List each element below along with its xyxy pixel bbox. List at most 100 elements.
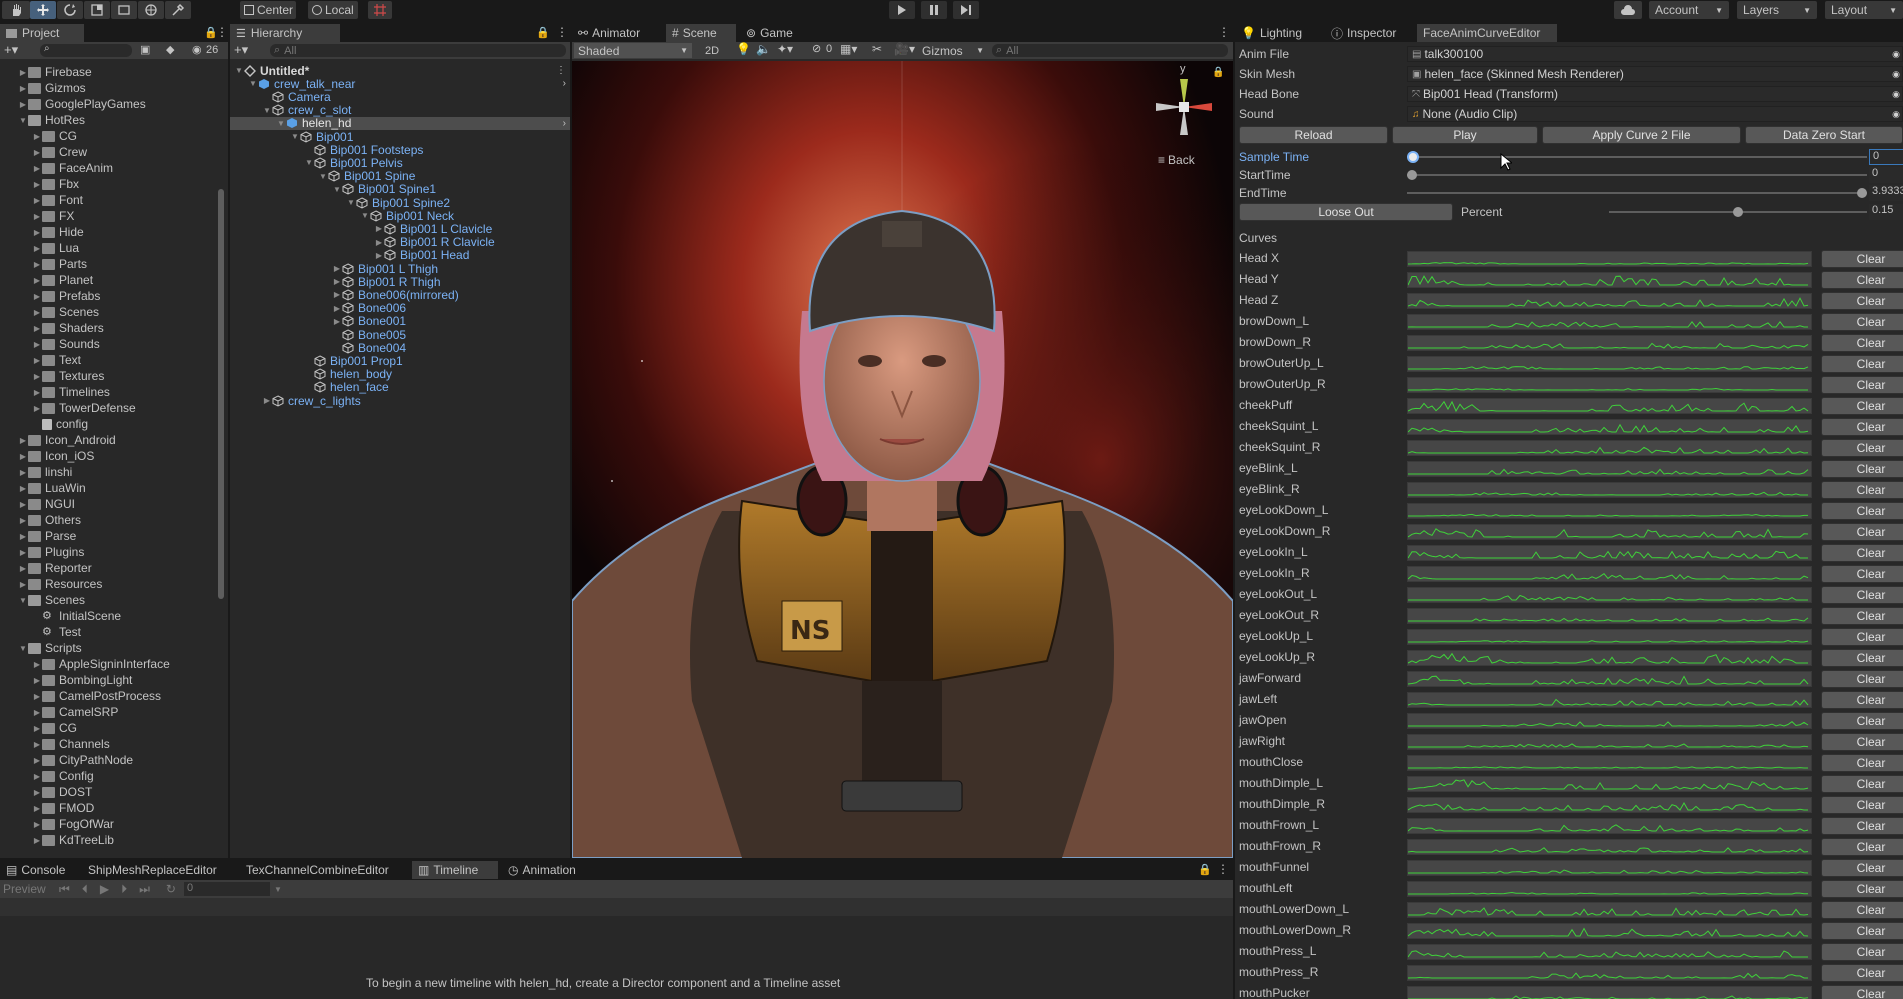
clear-curve-button[interactable]: Clear [1821, 775, 1903, 793]
curve-preview[interactable] [1407, 860, 1812, 876]
fold-closed-icon[interactable]: ▶ [32, 768, 42, 784]
create-button[interactable]: +▾ [4, 42, 18, 58]
open-prefab-icon[interactable]: › [563, 118, 566, 129]
project-item[interactable]: ▶ LuaWin [18, 480, 86, 496]
fold-closed-icon[interactable]: ▶ [32, 224, 42, 240]
fold-closed-icon[interactable]: ▶ [32, 784, 42, 800]
fold-closed-icon[interactable]: ▶ [18, 496, 28, 512]
hierarchy-item[interactable]: ▶ Bip001 L Clavicle [230, 222, 570, 236]
hierarchy-item[interactable]: ▶ Bip001 L Thigh [230, 262, 570, 276]
filter-label-icon[interactable]: ◆ [166, 43, 174, 56]
object-picker-icon[interactable]: ◉ [1892, 109, 1900, 120]
hierarchy-item[interactable]: ▶ Bip001 Head [230, 248, 570, 262]
fold-closed-icon[interactable]: ▶ [32, 688, 42, 704]
curve-preview[interactable] [1407, 251, 1812, 267]
search-input[interactable]: ⌕ [40, 43, 132, 57]
project-item[interactable]: ▶ Fbx [32, 176, 79, 192]
project-item[interactable]: ▶ GooglePlayGames [18, 96, 146, 112]
clear-curve-button[interactable]: Clear [1821, 712, 1903, 730]
curve-preview[interactable] [1407, 734, 1812, 750]
step-button[interactable] [953, 1, 979, 19]
object-field[interactable]: ▤ talk300100 ◉ [1407, 46, 1903, 62]
hierarchy-item[interactable]: ▼ Bip001 [230, 130, 570, 144]
hidden-eye-icon[interactable]: ◉ [192, 43, 202, 56]
fold-closed-icon[interactable]: ▶ [32, 160, 42, 176]
fold-closed-icon[interactable]: ▶ [32, 704, 42, 720]
fold-closed-icon[interactable]: ▶ [18, 544, 28, 560]
curve-preview[interactable] [1407, 314, 1812, 330]
pivot-space-toggle[interactable]: Local [308, 1, 358, 19]
project-item[interactable]: config [32, 416, 88, 432]
fold-closed-icon[interactable]: ▶ [262, 394, 272, 407]
fold-open-icon[interactable]: ▼ [304, 156, 314, 169]
fold-closed-icon[interactable]: ▶ [332, 262, 342, 275]
lock-icon[interactable]: 🔒 [536, 26, 550, 39]
hierarchy-item[interactable]: Bip001 Prop1 [230, 354, 570, 368]
project-scrollbar[interactable] [216, 64, 226, 858]
clear-curve-button[interactable]: Clear [1821, 628, 1903, 646]
hierarchy-item[interactable]: Bone004 [230, 341, 570, 355]
tools-toggle-icon[interactable]: ✂ [872, 42, 882, 56]
fold-open-icon[interactable]: ▼ [332, 183, 342, 196]
percent-input[interactable]: 0.15 [1869, 204, 1903, 220]
tab-lighting[interactable]: 💡 Lighting [1235, 24, 1321, 42]
hierarchy-item[interactable]: ▶ Bone006 [230, 301, 570, 315]
curve-preview[interactable] [1407, 797, 1812, 813]
clear-curve-button[interactable]: Clear [1821, 334, 1903, 352]
clear-curve-button[interactable]: Clear [1821, 691, 1903, 709]
curve-preview[interactable] [1407, 377, 1812, 393]
fold-closed-icon[interactable]: ▶ [32, 192, 42, 208]
clear-curve-button[interactable]: Clear [1821, 502, 1903, 520]
reload-button[interactable]: Reload [1239, 126, 1388, 144]
tab-face-anim-curve-editor[interactable]: FaceAnimCurveEditor [1417, 24, 1557, 42]
project-item[interactable]: ▶ Resources [18, 576, 102, 592]
curve-preview[interactable] [1407, 776, 1812, 792]
curve-preview[interactable] [1407, 713, 1812, 729]
project-item[interactable]: ▶ Textures [32, 368, 104, 384]
project-item[interactable]: ▶ CG [32, 720, 77, 736]
fold-closed-icon[interactable]: ▶ [18, 512, 28, 528]
hierarchy-item[interactable]: Bip001 Footsteps [230, 143, 570, 157]
fold-closed-icon[interactable]: ▶ [18, 80, 28, 96]
fold-closed-icon[interactable]: ▶ [374, 249, 384, 262]
start-time-input[interactable]: 0 [1869, 167, 1903, 183]
panel-menu-icon[interactable]: ⋮ [556, 25, 568, 39]
start-time-slider[interactable] [1407, 166, 1867, 184]
curve-preview[interactable] [1407, 881, 1812, 897]
project-item[interactable]: ▶ Config [32, 768, 94, 784]
project-item[interactable]: ▶ Parts [32, 256, 87, 272]
loop-icon[interactable]: ↻ [166, 882, 176, 896]
play-anim-button[interactable]: Play [1392, 126, 1538, 144]
curve-preview[interactable] [1407, 902, 1812, 918]
hierarchy-item[interactable]: ▶ Bip001 R Clavicle [230, 235, 570, 249]
project-item[interactable]: ▶ Scenes [32, 304, 99, 320]
layers-dropdown[interactable]: Layers ▼ [1737, 1, 1817, 19]
lock-icon[interactable]: 🔒 [1212, 67, 1224, 78]
fold-closed-icon[interactable]: ▶ [32, 752, 42, 768]
fold-closed-icon[interactable]: ▶ [332, 315, 342, 328]
fold-closed-icon[interactable]: ▶ [32, 176, 42, 192]
cloud-button[interactable] [1614, 1, 1642, 19]
fold-closed-icon[interactable]: ▶ [32, 144, 42, 160]
project-item[interactable]: ▶ BombingLight [32, 672, 132, 688]
clear-curve-button[interactable]: Clear [1821, 754, 1903, 772]
slider-thumb[interactable] [1407, 151, 1419, 163]
fold-closed-icon[interactable]: ▶ [32, 400, 42, 416]
curve-preview[interactable] [1407, 419, 1812, 435]
fold-open-icon[interactable]: ▼ [18, 640, 28, 656]
fold-open-icon[interactable]: ▼ [290, 130, 300, 143]
project-item[interactable]: ▶ Font [32, 192, 83, 208]
fold-closed-icon[interactable]: ▶ [18, 528, 28, 544]
object-field[interactable]: ♫ None (Audio Clip) ◉ [1407, 106, 1903, 122]
clear-curve-button[interactable]: Clear [1821, 481, 1903, 499]
clear-curve-button[interactable]: Clear [1821, 985, 1903, 999]
clear-curve-button[interactable]: Clear [1821, 250, 1903, 268]
curve-preview[interactable] [1407, 503, 1812, 519]
clear-curve-button[interactable]: Clear [1821, 943, 1903, 961]
hierarchy-item[interactable]: ▼ Bip001 Neck [230, 209, 570, 223]
fold-closed-icon[interactable]: ▶ [32, 368, 42, 384]
hierarchy-search-input[interactable]: ⌕ All [270, 44, 566, 57]
scene-menu-icon[interactable]: ⋮ [556, 65, 566, 76]
scale-tool-button[interactable] [84, 1, 110, 19]
clear-curve-button[interactable]: Clear [1821, 880, 1903, 898]
